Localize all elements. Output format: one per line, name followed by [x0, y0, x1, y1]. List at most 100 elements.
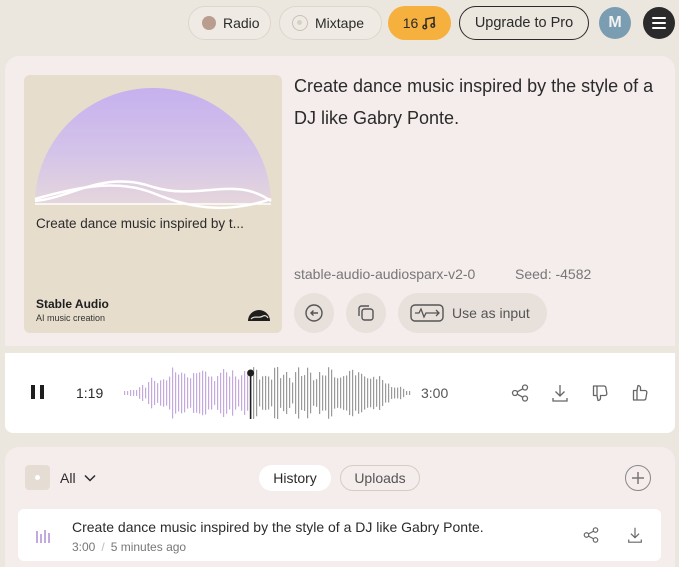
audio-bars-icon — [36, 530, 50, 543]
history-item-age: 5 minutes ago — [110, 540, 187, 554]
mixtape-icon — [292, 15, 308, 31]
waveform-bar — [313, 380, 315, 406]
waveform-bar — [328, 367, 330, 419]
waveform-scrubber[interactable] — [123, 367, 413, 419]
chevron-down-icon — [84, 474, 96, 482]
thumbs-up-icon[interactable] — [630, 383, 650, 403]
filter-dropdown[interactable]: All — [60, 470, 96, 486]
waveform-bar — [337, 378, 339, 408]
waveform-bar — [187, 377, 189, 409]
waveform-bar — [259, 379, 261, 407]
waveform-bar — [190, 378, 192, 408]
waveform-bar — [295, 372, 297, 414]
waveform-bar — [214, 381, 216, 405]
reuse-prompt-button[interactable] — [294, 293, 334, 333]
waveform-bar — [301, 375, 303, 411]
waveform-bar — [331, 369, 333, 417]
current-time: 1:19 — [76, 385, 104, 401]
copy-button[interactable] — [346, 293, 386, 333]
waveform-bar — [142, 385, 144, 401]
playhead-handle[interactable] — [247, 369, 255, 377]
waveform-bar — [208, 376, 210, 410]
use-as-input-button[interactable]: Use as input — [398, 293, 547, 333]
tab-uploads[interactable]: Uploads — [340, 465, 420, 491]
waveform-bar — [238, 379, 240, 407]
waveform-bar — [244, 370, 246, 416]
waveform-bar — [229, 376, 231, 410]
share-icon[interactable] — [510, 383, 530, 403]
radio-icon — [202, 16, 216, 30]
waveform-bar — [232, 370, 234, 416]
add-button[interactable] — [625, 465, 651, 491]
waveform-bar — [133, 390, 135, 396]
history-item-meta: 3:00 / 5 minutes ago — [72, 540, 186, 554]
waveform-bar — [289, 377, 291, 409]
waveform-bar — [352, 369, 354, 417]
copy-icon — [358, 305, 374, 321]
music-note-icon — [422, 16, 436, 30]
tab-uploads-label: Uploads — [354, 470, 406, 486]
upgrade-button[interactable]: Upgrade to Pro — [459, 6, 589, 40]
waveform-bar — [172, 367, 174, 419]
artwork: Create dance music inspired by t... Stab… — [24, 75, 282, 333]
waveform-bar — [373, 376, 375, 410]
model-name: stable-audio-audiosparx-v2-0 — [294, 266, 476, 282]
waveform-bar — [163, 379, 165, 407]
waveform-bar — [154, 380, 156, 406]
waveform-bar — [268, 376, 270, 410]
waveform-bar — [286, 371, 288, 415]
waveform-bar — [226, 372, 228, 414]
download-icon[interactable] — [626, 526, 644, 544]
history-item[interactable]: Create dance music inspired by the style… — [18, 509, 661, 561]
artwork-graphic — [34, 88, 272, 210]
waveform-bar — [370, 378, 372, 408]
waveform-bar — [334, 377, 336, 409]
waveform-bar — [223, 368, 225, 418]
artwork-brand: Stable Audio — [36, 297, 109, 311]
waveform-bar — [199, 372, 201, 414]
waveform-bar — [169, 376, 171, 410]
menu-button[interactable] — [643, 7, 675, 39]
waveform-bar — [382, 380, 384, 406]
waveform-bar — [235, 376, 237, 410]
mixtape-button[interactable]: Mixtape — [279, 6, 382, 40]
waveform-bar — [292, 382, 294, 404]
pause-icon — [31, 385, 35, 399]
credits-button[interactable]: 16 — [388, 6, 451, 40]
radio-button[interactable]: Radio — [188, 6, 271, 40]
waveform-bar — [220, 372, 222, 414]
waveform-bar — [241, 375, 243, 411]
upgrade-label: Upgrade to Pro — [474, 15, 574, 31]
rewind-icon — [305, 304, 323, 322]
mixtape-label: Mixtape — [315, 15, 365, 31]
plus-icon — [632, 472, 644, 484]
thumbs-down-icon[interactable] — [590, 383, 610, 403]
waveform-bar — [406, 391, 408, 395]
pause-button[interactable] — [31, 385, 51, 403]
download-icon[interactable] — [550, 383, 570, 403]
waveform-bar — [340, 377, 342, 409]
select-all-checkbox[interactable] — [25, 465, 50, 490]
tab-history[interactable]: History — [259, 465, 331, 491]
waveform-bar — [355, 375, 357, 411]
waveform-bar — [388, 383, 390, 403]
waveform-bar — [136, 390, 138, 396]
seed-value: Seed: -4582 — [515, 266, 592, 282]
waveform-bar — [394, 387, 396, 399]
meta-separator: / — [101, 540, 105, 554]
waveform-bar — [160, 380, 162, 406]
waveform-bar — [262, 376, 264, 410]
share-icon[interactable] — [582, 526, 600, 544]
waveform-bar — [130, 389, 132, 397]
avatar[interactable]: M — [599, 7, 631, 39]
waveform-bar — [385, 383, 387, 403]
waveform-bar — [400, 386, 402, 400]
waveform-bar — [391, 387, 393, 399]
waveform-bar — [175, 372, 177, 414]
waveform-bar — [205, 371, 207, 415]
waveform-bar — [364, 376, 366, 410]
filter-label: All — [60, 470, 76, 486]
waveform-bar — [379, 376, 381, 410]
waveform-bar — [319, 372, 321, 414]
waveform-bar — [367, 378, 369, 408]
